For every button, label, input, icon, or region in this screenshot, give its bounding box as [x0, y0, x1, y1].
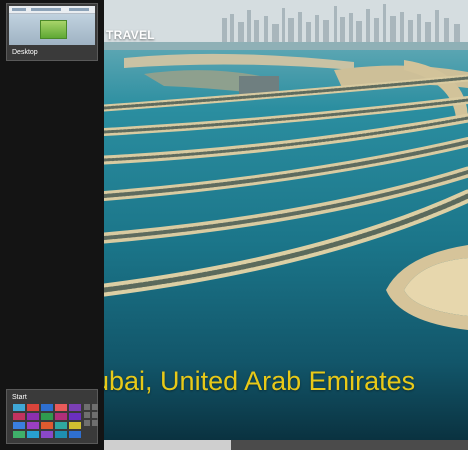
desktop-thumbnail[interactable]: Desktop — [6, 3, 98, 61]
scrollbar-thumb[interactable] — [104, 440, 231, 450]
app-switcher: Desktop Start — [0, 0, 104, 450]
start-tile — [41, 422, 53, 429]
start-tile — [27, 404, 39, 411]
horizontal-scrollbar[interactable] — [104, 440, 468, 450]
start-tile — [55, 431, 67, 438]
start-tile — [41, 404, 53, 411]
start-tile — [69, 431, 81, 438]
start-tile — [55, 404, 67, 411]
start-tile — [13, 422, 25, 429]
start-tile — [27, 422, 39, 429]
desktop-label: Desktop — [12, 49, 38, 56]
start-tile — [27, 413, 39, 420]
start-tile — [55, 422, 67, 429]
start-tile-column — [84, 404, 98, 426]
start-tile — [69, 404, 81, 411]
start-thumbnail[interactable]: Start — [6, 389, 98, 444]
start-tile — [55, 413, 67, 420]
section-label-travel[interactable]: TRAVEL — [106, 28, 155, 42]
start-tile — [69, 413, 81, 420]
start-tile-grid — [13, 404, 81, 438]
start-tile — [69, 422, 81, 429]
desktop-preview-image — [9, 6, 95, 45]
screen: Desktop Start TRAVEL ubai, United Arab E… — [0, 0, 468, 450]
start-tile — [41, 413, 53, 420]
palm-island-photo: TRAVEL ubai, United Arab Emirates — [104, 0, 468, 440]
desktop-window-icon — [40, 20, 67, 39]
start-tile — [27, 431, 39, 438]
start-tile — [13, 404, 25, 411]
location-caption: ubai, United Arab Emirates — [104, 366, 416, 396]
start-tile — [13, 413, 25, 420]
start-tile — [41, 431, 53, 438]
start-tile — [13, 431, 25, 438]
start-label: Start — [12, 394, 27, 401]
